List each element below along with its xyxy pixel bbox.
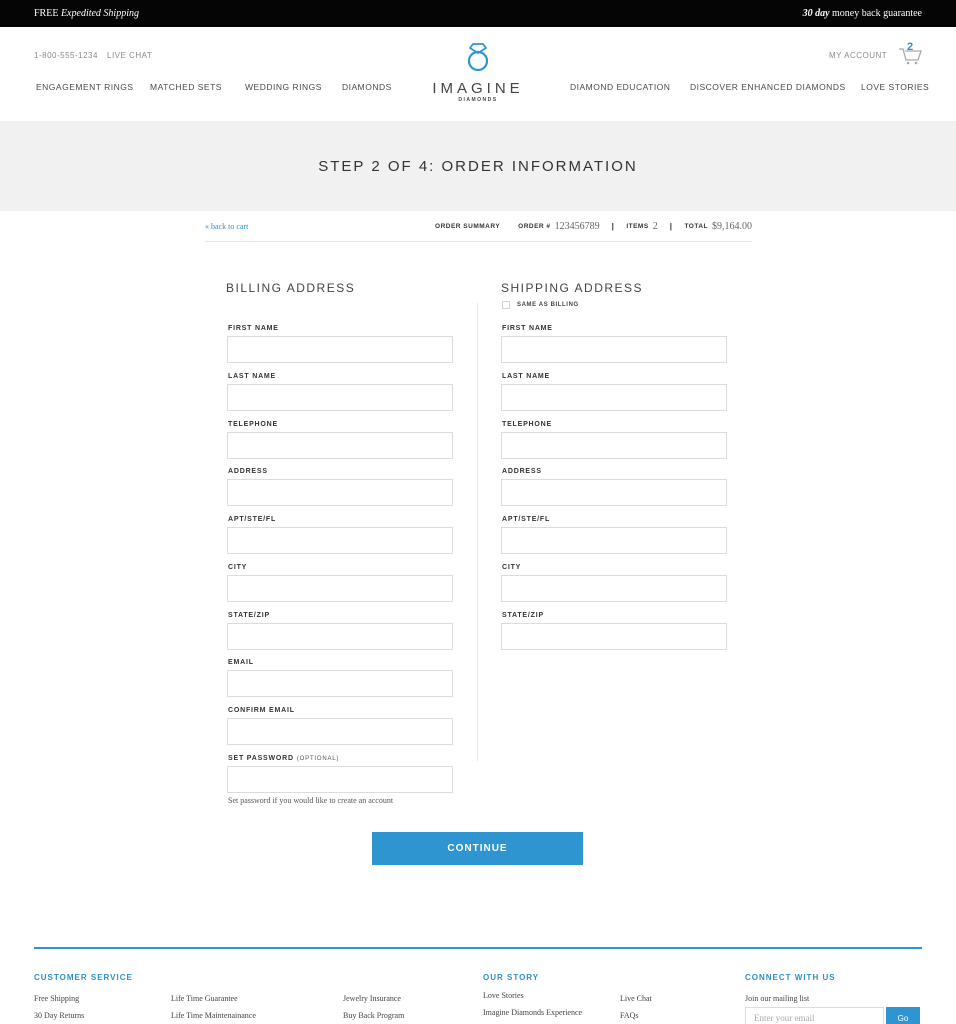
mailing-go-button[interactable]: Go xyxy=(886,1007,920,1024)
billing-last-name-label: LAST NAME xyxy=(228,373,277,380)
same-as-billing-option[interactable]: SAME AS BILLING xyxy=(502,301,579,309)
connect-heading: CONNECT WITH US xyxy=(745,973,836,982)
shipping-last-name-input[interactable] xyxy=(501,384,727,411)
mailing-email-input[interactable] xyxy=(745,1007,884,1024)
back-to-cart-link[interactable]: « back to cart xyxy=(205,222,248,231)
billing-first-name-input[interactable] xyxy=(227,336,453,363)
billing-city-input[interactable] xyxy=(227,575,453,602)
shipping-telephone-label: TELEPHONE xyxy=(502,421,552,428)
billing-first-name-label: FIRST NAME xyxy=(228,325,279,332)
our-story-heading: OUR STORY xyxy=(483,973,540,982)
footer-link-faqs[interactable]: FAQs xyxy=(620,1011,639,1020)
shipping-last-name-label: LAST NAME xyxy=(502,373,551,380)
billing-email-label: EMAIL xyxy=(228,659,254,666)
footer-link-lifetime-maintenance[interactable]: Life Time Maintenainance xyxy=(171,1011,256,1020)
order-summary-label: ORDER SUMMARY xyxy=(435,222,501,230)
billing-password-label: SET PASSWORD (OPTIONAL) xyxy=(228,755,339,762)
footer-link-free-shipping[interactable]: Free Shipping xyxy=(34,994,79,1003)
shipping-state-zip-label: STATE/ZIP xyxy=(502,612,544,619)
separator: | xyxy=(669,221,673,231)
shipping-city-input[interactable] xyxy=(501,575,727,602)
billing-confirm-email-label: CONFIRM EMAIL xyxy=(228,707,295,714)
items-label: ITEMS xyxy=(626,222,649,230)
footer-link-live-chat[interactable]: Live Chat xyxy=(620,994,652,1003)
billing-last-name-input[interactable] xyxy=(227,384,453,411)
mailing-list-label: Join our mailing list xyxy=(745,994,810,1003)
guarantee-days: 30 day xyxy=(802,8,830,19)
cart-count-badge[interactable]: 2 xyxy=(907,41,913,53)
promo-bar: FREE Expedited Shipping 30 day money bac… xyxy=(0,0,956,27)
footer-link-lifetime-guarantee[interactable]: Life Time Guarantee xyxy=(171,994,238,1003)
total-value: $9,164.00 xyxy=(712,220,752,232)
logo-wordmark: IMAGINE xyxy=(432,80,524,97)
live-chat-link[interactable]: LIVE CHAT xyxy=(107,51,152,60)
billing-state-zip-input[interactable] xyxy=(227,623,453,650)
items-value: 2 xyxy=(652,220,658,232)
guarantee-text: 30 day money back guarantee xyxy=(803,8,922,19)
same-as-billing-label: SAME AS BILLING xyxy=(517,302,579,308)
footer-divider xyxy=(34,947,922,949)
free-label: FREE xyxy=(34,8,59,19)
shipping-telephone-input[interactable] xyxy=(501,432,727,459)
total-label: TOTAL xyxy=(684,222,708,230)
billing-apt-label: APT/STE/FL xyxy=(228,516,277,523)
shipping-apt-label: APT/STE/FL xyxy=(502,516,551,523)
separator: | xyxy=(611,221,615,231)
shipping-state-zip-input[interactable] xyxy=(501,623,727,650)
billing-apt-input[interactable] xyxy=(227,527,453,554)
billing-address-label: ADDRESS xyxy=(228,468,268,475)
billing-email-input[interactable] xyxy=(227,670,453,697)
shipping-address-input[interactable] xyxy=(501,479,727,506)
footer-link-love-stories[interactable]: Love Stories xyxy=(483,991,524,1000)
free-shipping-text: FREE Expedited Shipping xyxy=(34,8,139,19)
phone-number[interactable]: 1-800-555-1234 xyxy=(34,51,98,60)
nav-love-stories[interactable]: LOVE STORIES xyxy=(861,82,929,92)
continue-button[interactable]: CONTINUE xyxy=(372,832,583,865)
billing-city-label: CITY xyxy=(228,564,248,571)
billing-telephone-label: TELEPHONE xyxy=(228,421,278,428)
billing-address-input[interactable] xyxy=(227,479,453,506)
password-label-text: SET PASSWORD xyxy=(228,755,294,762)
password-optional-note: (OPTIONAL) xyxy=(296,756,340,762)
shipping-first-name-label: FIRST NAME xyxy=(502,325,553,332)
footer-link-experience[interactable]: Imagine Diamonds Experience xyxy=(483,1008,582,1017)
same-as-billing-checkbox[interactable] xyxy=(502,301,510,309)
footer-link-buy-back[interactable]: Buy Back Program xyxy=(343,1011,404,1020)
order-number-value: 123456789 xyxy=(554,220,600,232)
nav-enhanced-diamonds[interactable]: DISCOVER ENHANCED DIAMONDS xyxy=(690,82,846,92)
shipping-apt-input[interactable] xyxy=(501,527,727,554)
shipping-first-name-input[interactable] xyxy=(501,336,727,363)
nav-engagement-rings[interactable]: ENGAGEMENT RINGS xyxy=(36,82,134,92)
nav-diamonds[interactable]: DIAMONDS xyxy=(342,82,392,92)
shipping-address-label: ADDRESS xyxy=(502,468,542,475)
billing-title: BILLING ADDRESS xyxy=(226,281,356,295)
page-title: STEP 2 OF 4: ORDER INFORMATION xyxy=(318,157,638,175)
order-summary-details: ORDER SUMMARY ORDER # 123456789 | ITEMS … xyxy=(435,221,752,232)
billing-confirm-email-input[interactable] xyxy=(227,718,453,745)
column-divider xyxy=(477,303,478,761)
password-hint: Set password if you would like to create… xyxy=(228,796,394,805)
logo-subtitle: DIAMONDS xyxy=(458,97,498,103)
customer-service-heading: CUSTOMER SERVICE xyxy=(34,973,133,982)
billing-password-input[interactable] xyxy=(227,766,453,793)
my-account-link[interactable]: MY ACCOUNT xyxy=(829,51,887,60)
expedited-shipping-label: Expedited Shipping xyxy=(60,8,139,19)
footer-link-returns[interactable]: 30 Day Returns xyxy=(34,1011,84,1020)
order-number-label: ORDER # xyxy=(518,222,551,230)
site-header: 1-800-555-1234 LIVE CHAT MY ACCOUNT 2 EN… xyxy=(0,27,956,121)
shipping-title: SHIPPING ADDRESS xyxy=(501,281,644,295)
nav-matched-sets[interactable]: MATCHED SETS xyxy=(150,82,222,92)
billing-state-zip-label: STATE/ZIP xyxy=(228,612,270,619)
order-summary-bar: « back to cart ORDER SUMMARY ORDER # 123… xyxy=(205,211,752,242)
site-logo[interactable]: IMAGINE DIAMONDS xyxy=(428,41,528,103)
ring-logo-icon xyxy=(467,43,489,72)
nav-wedding-rings[interactable]: WEDDING RINGS xyxy=(245,82,322,92)
shipping-city-label: CITY xyxy=(502,564,522,571)
nav-diamond-education[interactable]: DIAMOND EDUCATION xyxy=(570,82,670,92)
step-banner: STEP 2 OF 4: ORDER INFORMATION xyxy=(0,121,956,211)
footer-link-jewelry-insurance[interactable]: Jewelry Insurance xyxy=(343,994,401,1003)
billing-telephone-input[interactable] xyxy=(227,432,453,459)
guarantee-label: money back guarantee xyxy=(832,8,922,19)
